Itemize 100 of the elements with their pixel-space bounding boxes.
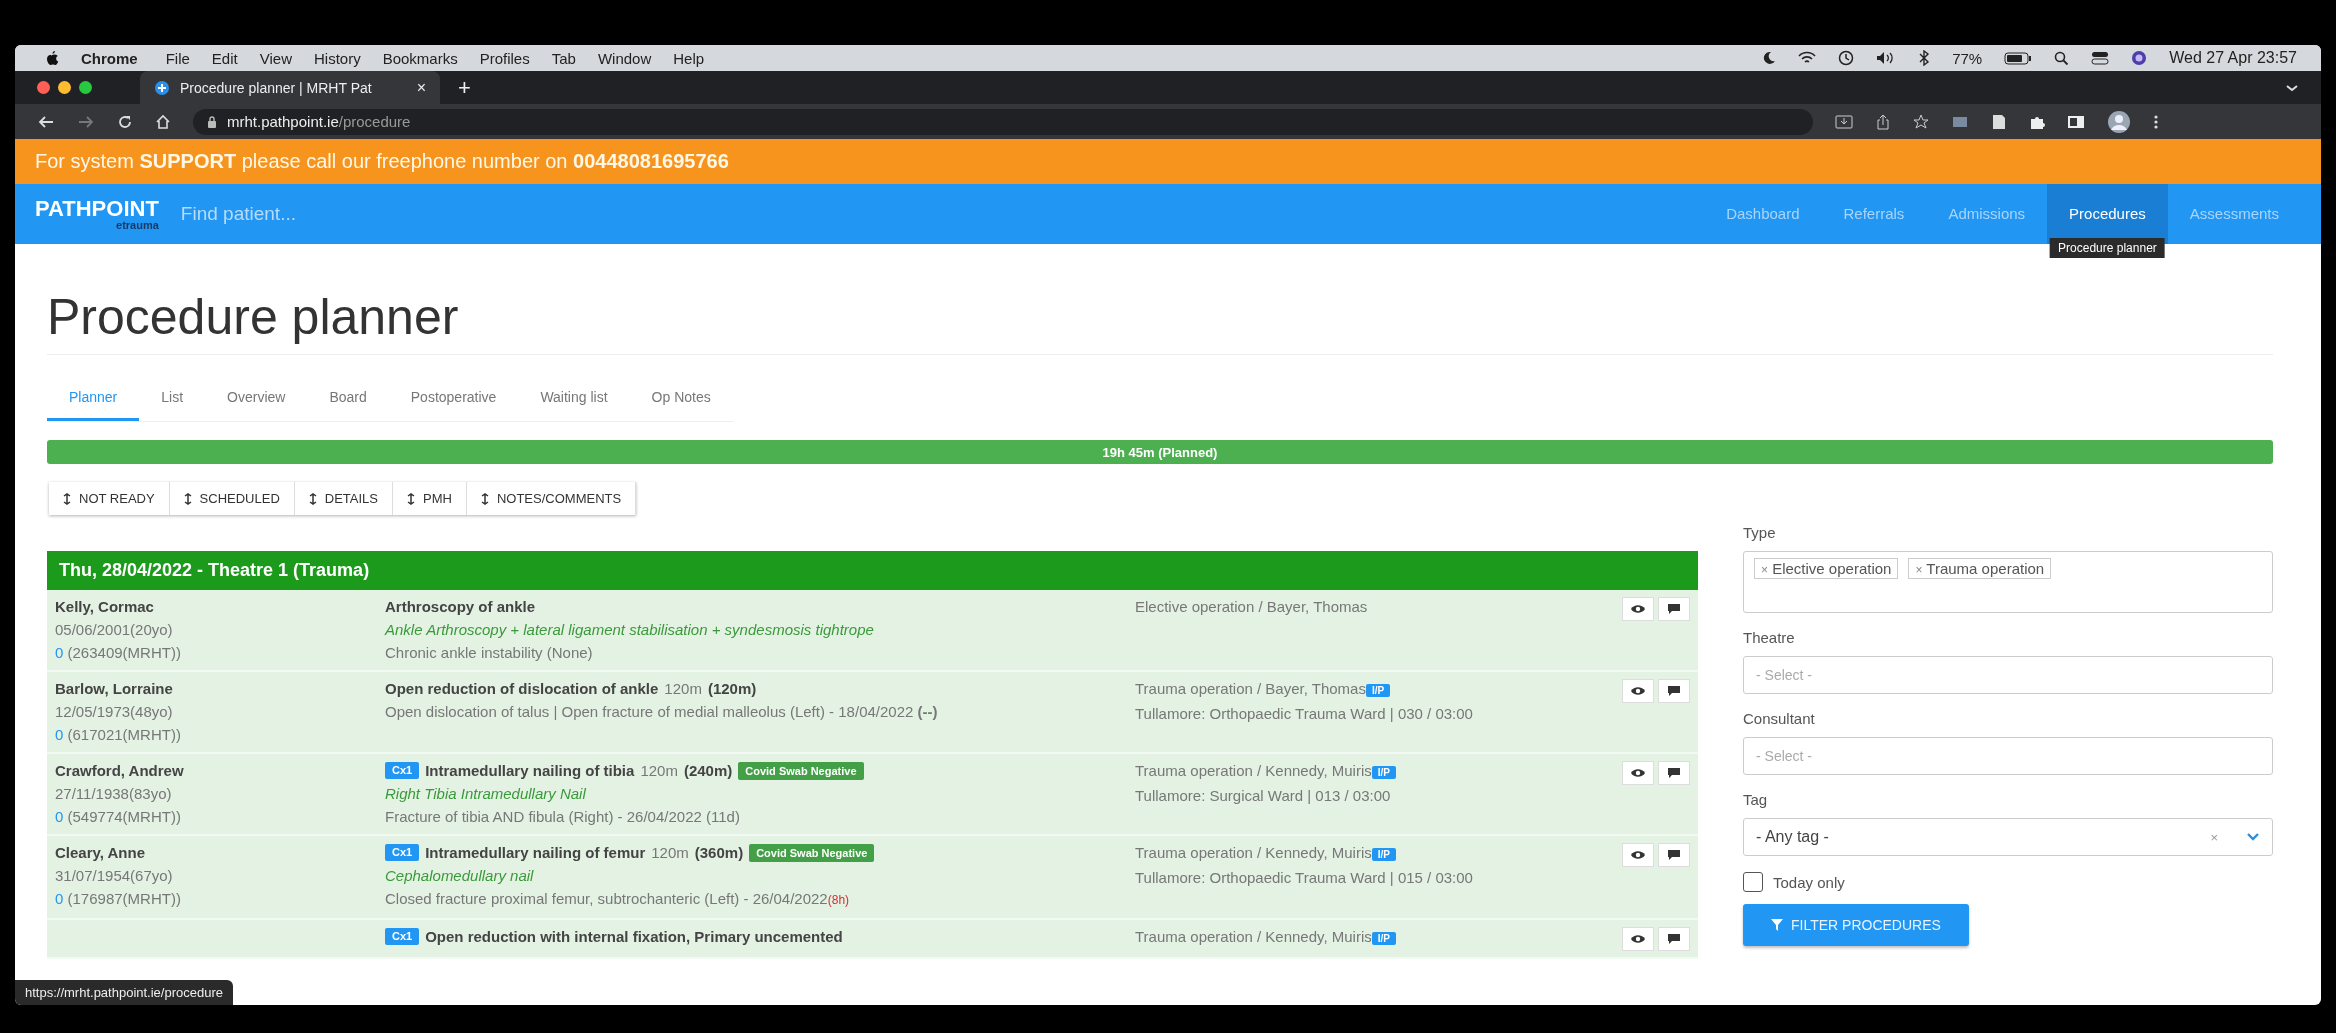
sort-button[interactable]: SCHEDULED (169, 482, 295, 515)
inpatient-badge: I/P (1371, 766, 1396, 779)
procedure-total: (240m) (683, 761, 733, 781)
comment-button[interactable] (1658, 927, 1690, 951)
today-only-checkbox[interactable] (1743, 872, 1763, 892)
operation-type: Trauma operation / Kennedy, Muiris (1135, 928, 1372, 945)
menu-item[interactable]: Profiles (479, 49, 530, 67)
comment-icon (1667, 933, 1681, 945)
diagnosis-text: Fracture of tibia AND fibula (Right) - 26/04/2022 (11d) (385, 808, 740, 825)
page-tab[interactable]: Waiting list (518, 377, 630, 421)
operation-type: Trauma operation / Bayer, Thomas (1135, 680, 1366, 697)
find-patient-field[interactable]: Find patient... (178, 202, 483, 226)
patient-dob: 27/11/1938(83yo) (55, 784, 173, 804)
apple-logo-icon[interactable] (45, 50, 59, 66)
menu-item[interactable]: Window (597, 49, 652, 67)
sort-button[interactable]: NOT READY (49, 482, 170, 515)
patient-mrn: (263409(MRHT)) (67, 644, 181, 661)
type-multiselect[interactable]: × Elective operation × Trauma operation (1743, 551, 2273, 613)
procedure-title: Intramedullary nailing of tibia (425, 761, 635, 781)
minimize-window-icon[interactable] (58, 81, 71, 94)
operation-type: Trauma operation / Kennedy, Muiris (1135, 762, 1372, 779)
page-tab[interactable]: Op Notes (629, 377, 733, 421)
type-chip[interactable]: × Trauma operation (1908, 558, 2052, 579)
page-tab[interactable]: Overview (205, 377, 308, 421)
menu-item[interactable]: View (259, 49, 292, 67)
app-menu[interactable]: Chrome (81, 49, 138, 67)
comment-button[interactable] (1658, 597, 1690, 621)
procedure-title: Open reduction with internal fixation, Primary uncemented (425, 927, 843, 947)
comment-button[interactable] (1658, 761, 1690, 785)
support-banner: For system SUPPORT please call our freephone number on 00448081695766 (15, 139, 2321, 184)
procedure-detail: Cephalomedullary nail (385, 866, 535, 886)
procedure-title: Arthroscopy of ankle (385, 597, 536, 617)
wifi-icon[interactable] (1798, 51, 1817, 65)
comment-button[interactable] (1658, 679, 1690, 703)
close-tab-button[interactable]: × (416, 78, 426, 97)
chevron-down-icon (2246, 832, 2260, 842)
page-tab[interactable]: List (139, 377, 206, 421)
view-button[interactable] (1622, 843, 1654, 867)
page-tab[interactable]: Board (307, 377, 389, 421)
site-favicon-icon (154, 79, 170, 96)
zoom-window-icon[interactable] (79, 81, 92, 94)
view-button[interactable] (1622, 761, 1654, 785)
bluetooth-icon[interactable] (1918, 50, 1931, 66)
eye-icon (1630, 686, 1646, 696)
close-window-icon[interactable] (37, 81, 50, 94)
more-options-icon[interactable] (2153, 113, 2159, 130)
view-button[interactable] (1622, 679, 1654, 703)
install-app-icon[interactable] (1835, 113, 1853, 130)
clock-icon[interactable] (1838, 50, 1855, 66)
eye-icon (1630, 768, 1646, 778)
tag-select[interactable]: - Any tag - × (1743, 818, 2273, 856)
control-center-icon[interactable] (2091, 51, 2110, 65)
view-button[interactable] (1622, 597, 1654, 621)
profile-avatar-icon[interactable] (2107, 109, 2131, 134)
sort-button[interactable]: NOTES/COMMENTS (466, 482, 637, 515)
menubar-clock[interactable]: Wed 27 Apr 23:57 (2169, 49, 2297, 67)
chevron-down-icon[interactable] (2285, 82, 2299, 93)
menu-item[interactable]: Bookmarks (382, 49, 458, 67)
view-button[interactable] (1622, 927, 1654, 951)
home-icon[interactable] (155, 113, 171, 130)
type-chip[interactable]: × Elective operation (1754, 558, 1899, 579)
back-arrow-icon[interactable] (37, 114, 55, 129)
share-icon[interactable] (1875, 113, 1891, 130)
forward-arrow-icon[interactable] (77, 114, 95, 129)
theatre-select[interactable]: - Select - (1743, 656, 2273, 694)
menu-item[interactable]: Edit (211, 49, 238, 67)
menu-item[interactable]: File (165, 49, 190, 67)
covid-tag: Covid Swab Negative (738, 761, 864, 780)
cx-badge: Cx1 (385, 762, 420, 779)
type-label: Type (1743, 524, 1777, 541)
battery-icon[interactable] (2004, 51, 2033, 65)
sort-button[interactable]: DETAILS (294, 482, 393, 515)
new-tab-button[interactable]: + (458, 74, 471, 101)
page-tab[interactable]: Postoperative (388, 377, 519, 421)
consultant-select[interactable]: - Select - (1743, 737, 2273, 775)
search-icon[interactable] (2054, 50, 2070, 66)
sort-icon (183, 492, 192, 505)
menu-item[interactable]: Tab (551, 49, 576, 67)
diagnosis-text: Open dislocation of talus | Open fracture of medial malleolus (Left) - 18/04/2022 (--) (385, 703, 938, 720)
browser-tab[interactable]: Procedure planner | MRHT Pat × (140, 71, 440, 104)
side-panel-icon[interactable] (2067, 113, 2085, 130)
overdue-note: (8h) (827, 893, 850, 907)
menu-item[interactable]: Help (673, 49, 705, 67)
siri-icon[interactable] (2131, 50, 2148, 66)
sort-button[interactable]: PMH (393, 482, 467, 515)
reload-icon[interactable] (117, 113, 133, 130)
address-bar[interactable]: mrht.pathpoint.ie/procedure (193, 108, 1813, 135)
procedure-detail: Right Tibia Intramedullary Nail (385, 784, 587, 804)
document-icon[interactable] (1991, 113, 2007, 130)
comment-icon (1667, 603, 1681, 615)
comment-button[interactable] (1658, 843, 1690, 867)
sort-icon (407, 492, 415, 505)
nav-link[interactable]: Procedures (2047, 184, 2168, 244)
patient-mrn: (617021(MRHT)) (67, 726, 181, 743)
progress-label: 19h 45m (Planned) (1101, 443, 1219, 462)
patient-name: Kelly, Cormac (55, 597, 155, 617)
theatre-label: Theatre (1743, 629, 1796, 646)
moon-icon[interactable] (1762, 51, 1777, 65)
menu-item[interactable]: History (313, 49, 361, 67)
bookmark-star-icon[interactable] (1913, 113, 1929, 130)
